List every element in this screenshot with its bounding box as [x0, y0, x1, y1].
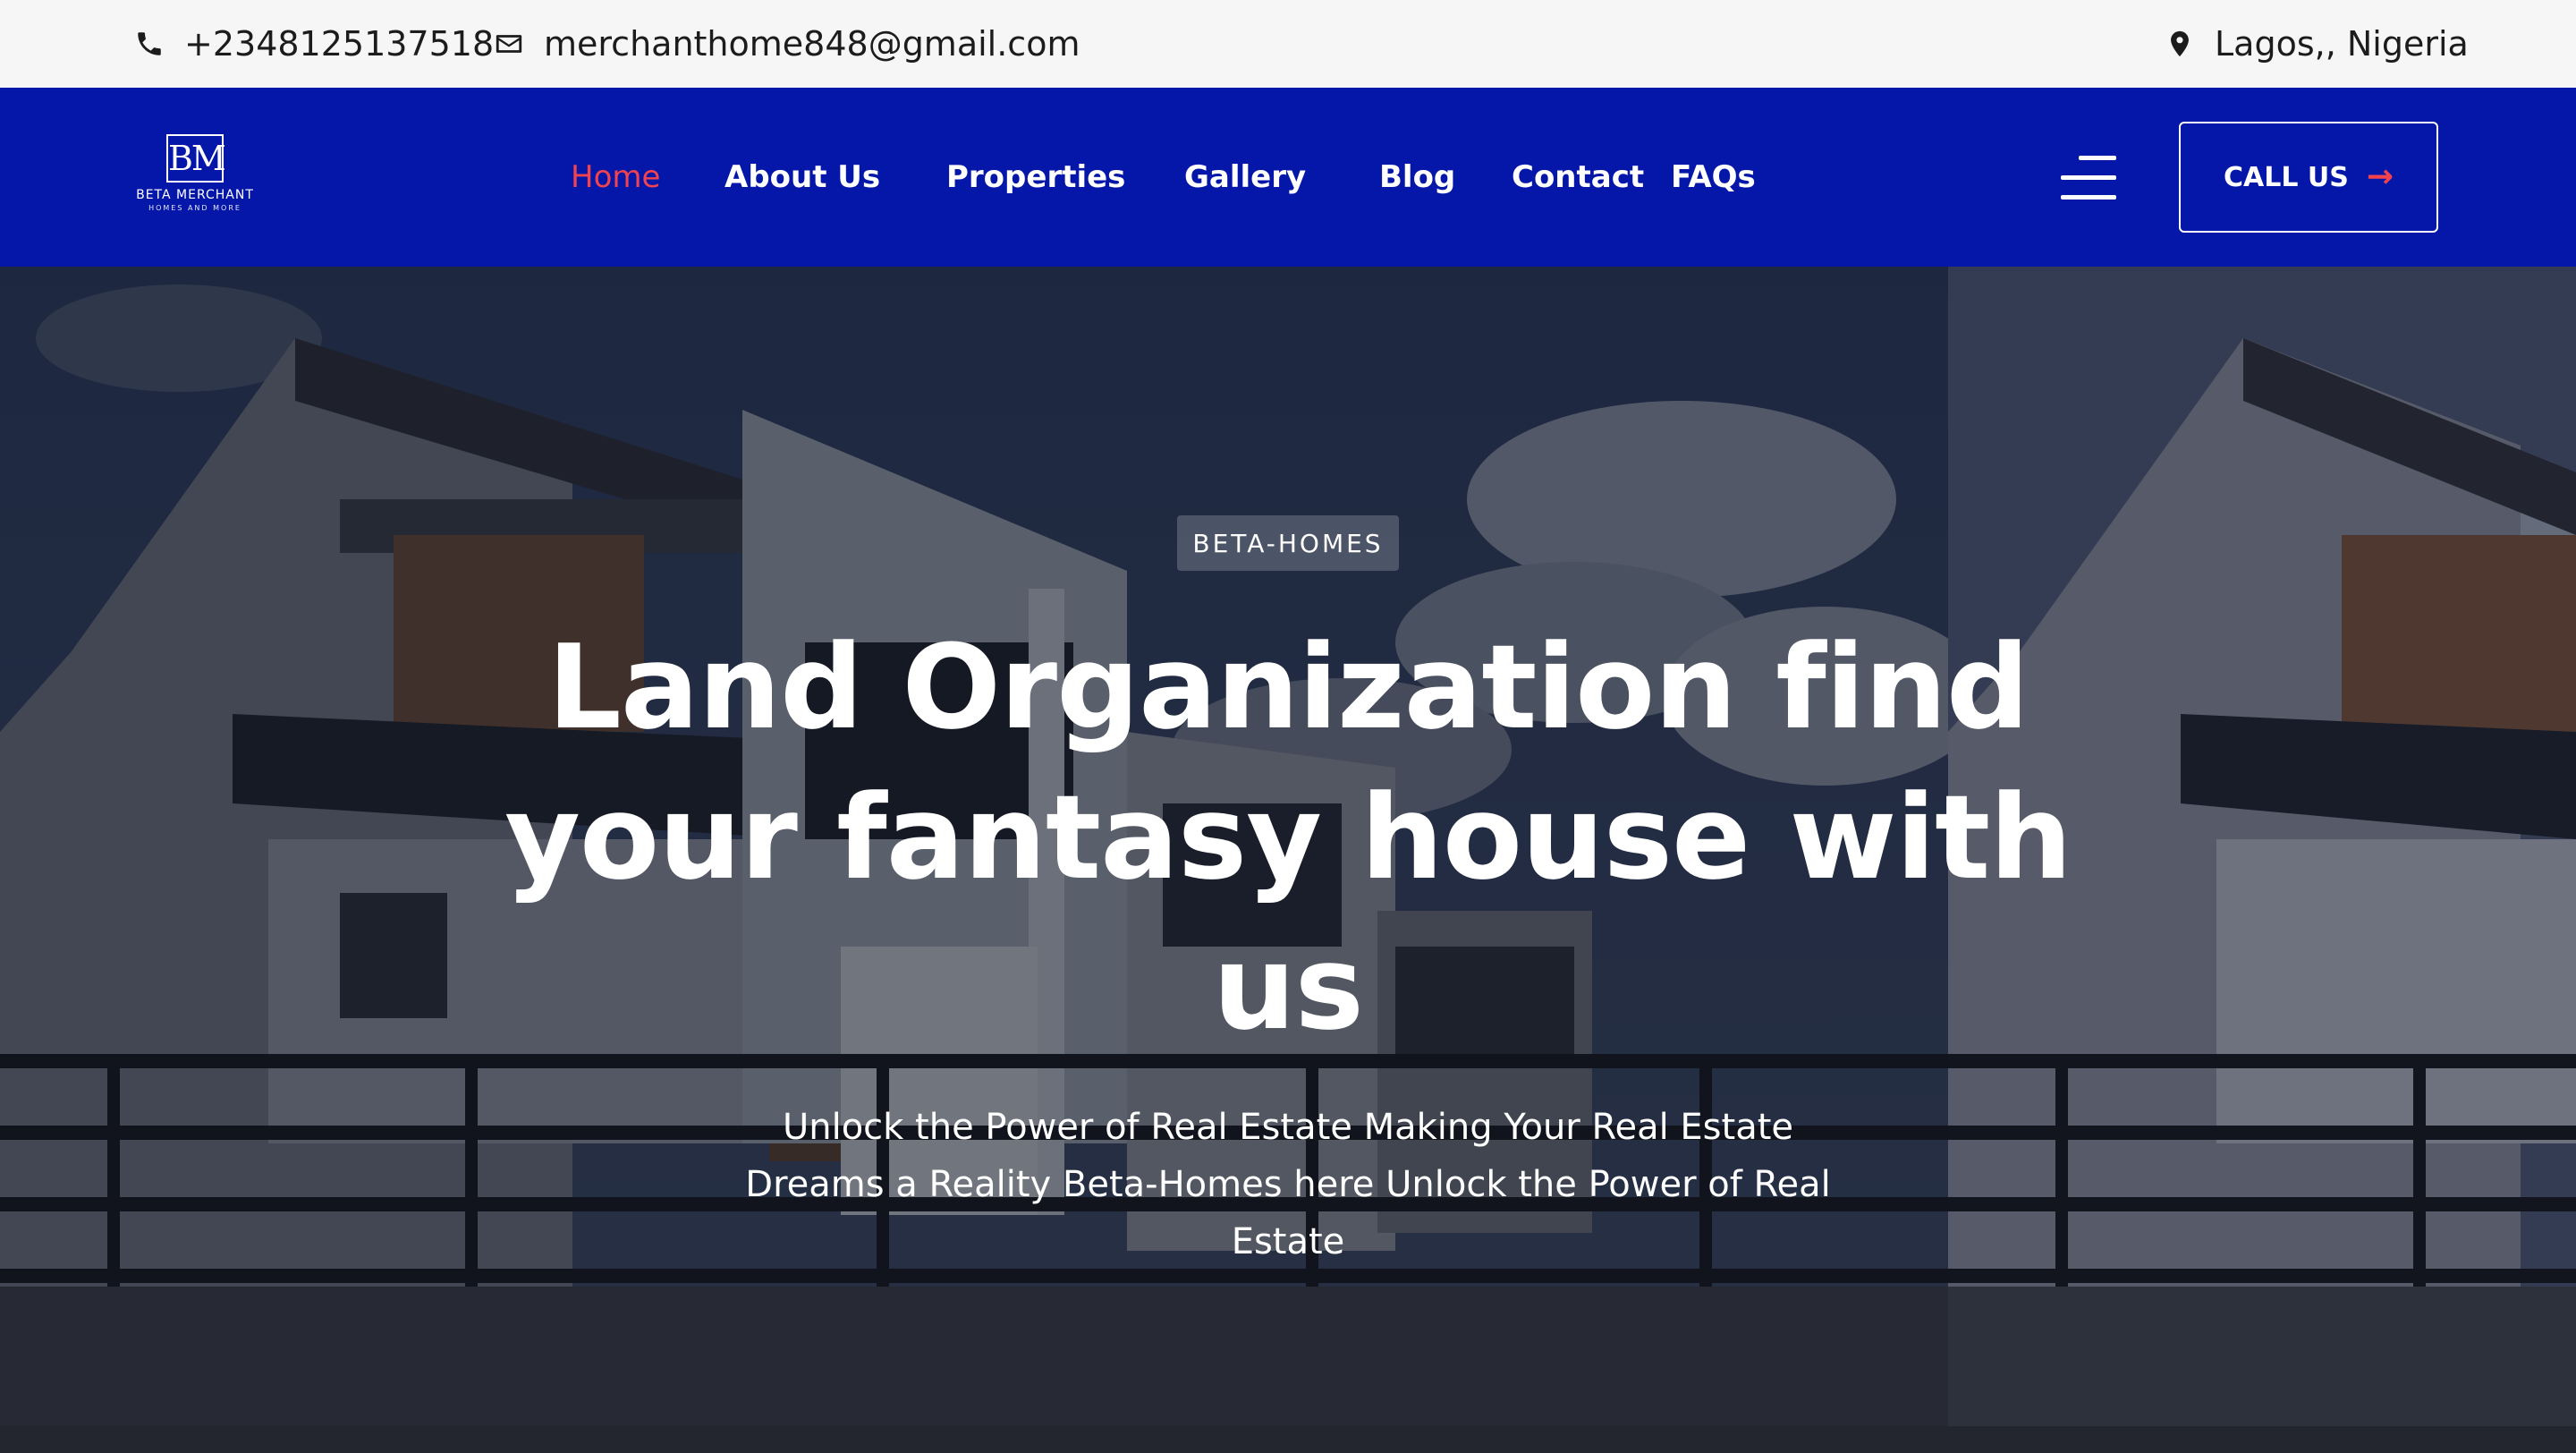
- nav-item-faqs[interactable]: FAQs: [1671, 88, 1756, 267]
- top-contact-bar: +2348125137518 merchanthome848@gmail.com…: [0, 0, 2576, 88]
- nav-item-about-us[interactable]: About Us: [724, 88, 880, 267]
- email-address: merchanthome848@gmail.com: [544, 24, 1080, 64]
- phone-icon: [134, 29, 165, 59]
- nav-item-gallery[interactable]: Gallery: [1184, 88, 1306, 267]
- arrow-right-icon: →: [2366, 158, 2394, 195]
- hero-section: BETA-HOMES Land Organization find your f…: [0, 267, 2576, 1453]
- nav-item-properties[interactable]: Properties: [946, 88, 1125, 267]
- hero-bottom-strip: [0, 1426, 2576, 1453]
- nav-item-home[interactable]: Home: [571, 88, 660, 267]
- call-us-label: CALL US: [2223, 161, 2349, 193]
- logo-brand-name: BETA MERCHANT: [136, 188, 254, 202]
- hamburger-icon[interactable]: [2061, 156, 2116, 200]
- nav-item-contact[interactable]: Contact: [1512, 88, 1644, 267]
- location-contact: Lagos,, Nigeria: [2165, 0, 2469, 88]
- envelope-icon: [494, 29, 524, 59]
- hero-subtext: Unlock the Power of Real Estate Making Y…: [745, 1107, 1831, 1262]
- hero-badge: BETA-HOMES: [1177, 515, 1399, 571]
- email-contact[interactable]: merchanthome848@gmail.com: [494, 0, 1080, 88]
- main-header: BM BETA MERCHANT HOMES AND MORE Home Abo…: [0, 88, 2576, 267]
- logo-tagline: HOMES AND MORE: [148, 204, 242, 212]
- map-pin-icon: [2165, 29, 2195, 59]
- phone-contact[interactable]: +2348125137518: [134, 0, 494, 88]
- location-text: Lagos,, Nigeria: [2215, 24, 2469, 64]
- nav-item-blog[interactable]: Blog: [1379, 88, 1455, 267]
- logo-monogram: BM: [166, 134, 226, 183]
- phone-number: +2348125137518: [184, 24, 495, 64]
- hero-headline: Land Organization find your fantasy hous…: [504, 619, 2072, 1056]
- call-us-button[interactable]: CALL US →: [2179, 122, 2438, 233]
- site-logo[interactable]: BM BETA MERCHANT HOMES AND MORE: [134, 134, 256, 220]
